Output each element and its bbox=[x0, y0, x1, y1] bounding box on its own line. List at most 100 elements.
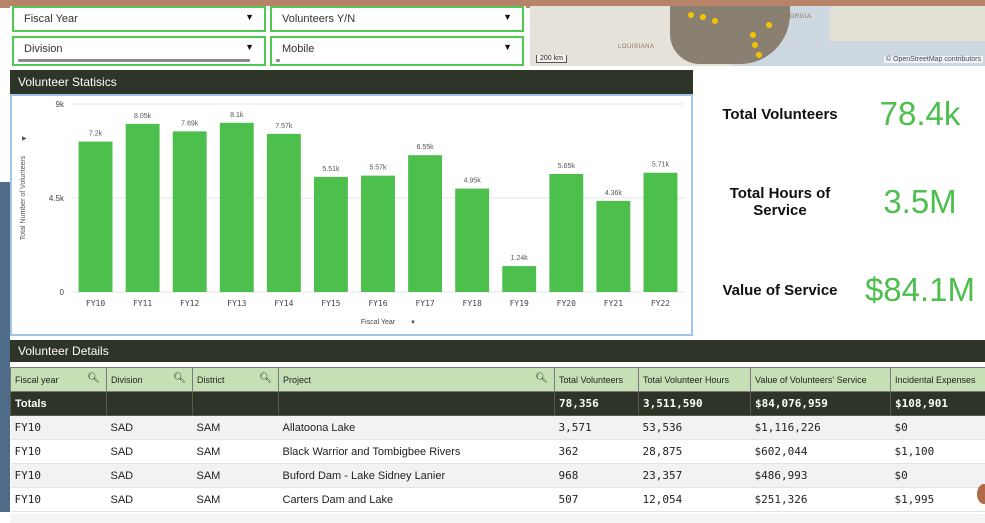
caret-down-icon: ▼ bbox=[410, 320, 416, 326]
bar[interactable] bbox=[502, 266, 537, 292]
bar[interactable] bbox=[361, 175, 395, 292]
bar[interactable] bbox=[172, 131, 207, 292]
table-cell: $1,995 bbox=[890, 487, 985, 512]
kpi-total-volunteers: Total Volunteers 78.4k bbox=[700, 85, 985, 145]
fiscal-year-filter[interactable]: Fiscal Year ▼ bbox=[12, 6, 266, 32]
details-title: Volunteer Details bbox=[18, 344, 109, 358]
bar-data-label: 5.51k bbox=[322, 166, 340, 173]
project-marker[interactable] bbox=[752, 42, 758, 48]
table-cell: 507 bbox=[554, 487, 639, 512]
totals-cell bbox=[106, 391, 193, 416]
mobile-filter[interactable]: Mobile ▼ bbox=[270, 36, 524, 66]
totals-cell: $108,901 bbox=[890, 391, 985, 416]
bar-data-label: 5.71k bbox=[652, 162, 670, 169]
bar-data-label: 7.2k bbox=[89, 131, 103, 138]
table-cell: 362 bbox=[554, 439, 639, 464]
bar-data-label: 6.55k bbox=[417, 144, 435, 151]
project-marker[interactable] bbox=[756, 52, 762, 58]
table-more-rows-fade bbox=[10, 514, 985, 523]
project-marker[interactable] bbox=[712, 18, 718, 24]
x-tick-label: FY12 bbox=[180, 299, 199, 308]
caret-down-icon: ▼ bbox=[245, 12, 254, 22]
bar-data-label: 1.24k bbox=[511, 255, 529, 262]
kpi-value: 78.4k bbox=[879, 95, 961, 132]
col-header-fiscal-year[interactable]: Fiscal year 🔍︎ bbox=[10, 367, 107, 392]
table-cell: $1,100 bbox=[890, 439, 985, 464]
search-icon[interactable]: 🔍︎ bbox=[535, 373, 548, 384]
x-tick-label: FY17 bbox=[415, 299, 434, 308]
col-header-division[interactable]: Division 🔍︎ bbox=[106, 367, 193, 392]
bar[interactable] bbox=[408, 155, 443, 292]
table-cell: SAM bbox=[192, 487, 279, 512]
col-header-total-hours[interactable]: Total Volunteer Hours bbox=[638, 367, 751, 392]
bar-chart-svg: 0 4.5k 9k Total Number of Volunteers ▶ 7.2k FY… bbox=[20, 100, 684, 326]
bar[interactable] bbox=[643, 172, 678, 292]
volunteers-yn-filter[interactable]: Volunteers Y/N ▼ bbox=[270, 6, 524, 32]
kpi-value-of-service: Value of Service $84.1M bbox=[700, 262, 985, 322]
bar[interactable] bbox=[219, 122, 254, 292]
kpi-label: Value of Service bbox=[722, 282, 838, 299]
table-cell: $0 bbox=[890, 463, 985, 488]
table-cell: Buford Dam - Lake Sidney Lanier bbox=[278, 463, 555, 488]
bar[interactable] bbox=[313, 176, 348, 292]
table-cell: SAD bbox=[106, 415, 193, 440]
stats-title: Volunteer Statisics bbox=[18, 75, 117, 89]
totals-cell: Totals bbox=[10, 391, 107, 416]
volunteer-chart[interactable]: 0 4.5k 9k Total Number of Volunteers ▶ 7.2k FY… bbox=[10, 94, 693, 336]
caret-down-icon: ▼ bbox=[245, 42, 254, 52]
bar-data-label: 7.69k bbox=[181, 120, 199, 127]
table-cell: FY10 bbox=[10, 415, 107, 440]
x-axis-label: Fiscal Year bbox=[361, 319, 396, 326]
table-cell: 28,875 bbox=[638, 439, 751, 464]
table-row[interactable]: FY10 SAD SAM Buford Dam - Lake Sidney La… bbox=[10, 463, 985, 488]
kpi-label: Total Volunteers bbox=[722, 106, 838, 123]
table-row[interactable]: FY10 SAD SAM Black Warrior and Tombigbee… bbox=[10, 439, 985, 464]
x-tick-label: FY22 bbox=[651, 299, 670, 308]
bar[interactable] bbox=[78, 141, 113, 292]
selection-progress-bar bbox=[276, 59, 280, 62]
map-region-label: GEORGIA bbox=[780, 14, 812, 20]
bar[interactable] bbox=[266, 133, 301, 292]
project-marker[interactable] bbox=[766, 22, 772, 28]
totals-cell: 3,511,590 bbox=[638, 391, 751, 416]
col-header-incidental-expenses[interactable]: Incidental Expenses bbox=[890, 367, 985, 392]
col-header-label: Project bbox=[283, 374, 312, 385]
col-header-total-volunteers[interactable]: Total Volunteers bbox=[554, 367, 639, 392]
volunteer-details-table: Fiscal year 🔍︎ Division 🔍︎ District 🔍︎ Proj… bbox=[10, 367, 985, 512]
table-cell: Allatoona Lake bbox=[278, 415, 555, 440]
col-header-project[interactable]: Project 🔍︎ bbox=[278, 367, 555, 392]
y-axis-label: Total Number of Volunteers bbox=[20, 155, 27, 240]
filter-label: Fiscal Year bbox=[24, 13, 78, 25]
bar-data-label: 8.1k bbox=[230, 112, 244, 119]
x-tick-label: FY18 bbox=[463, 299, 482, 308]
bar[interactable] bbox=[596, 200, 631, 292]
bar[interactable] bbox=[455, 188, 490, 292]
bar[interactable] bbox=[549, 173, 584, 292]
table-cell: SAM bbox=[192, 415, 279, 440]
table-cell: FY10 bbox=[10, 439, 107, 464]
table-cell: $602,044 bbox=[750, 439, 891, 464]
table-row[interactable]: FY10 SAD SAM Carters Dam and Lake 507 12… bbox=[10, 487, 985, 512]
x-tick-label: FY14 bbox=[274, 299, 293, 308]
project-marker[interactable] bbox=[688, 12, 694, 18]
table-row[interactable]: FY10 SAD SAM Allatoona Lake 3,571 53,536… bbox=[10, 415, 985, 440]
col-header-value-of-service[interactable]: Value of Volunteers' Service bbox=[750, 367, 891, 392]
bar-data-label: 7.57k bbox=[275, 123, 293, 130]
search-icon[interactable]: 🔍︎ bbox=[87, 373, 100, 384]
project-map[interactable]: LOUISIANA GEORGIA 200 km © OpenStreetMap… bbox=[530, 6, 985, 66]
table-cell: Carters Dam and Lake bbox=[278, 487, 555, 512]
caret-down-icon: ▼ bbox=[503, 12, 512, 22]
map-attribution[interactable]: © OpenStreetMap contributors bbox=[883, 56, 983, 63]
project-marker[interactable] bbox=[700, 14, 706, 20]
stats-header: Volunteer Statisics bbox=[10, 70, 693, 94]
bar[interactable] bbox=[125, 123, 160, 292]
division-filter[interactable]: Division ▼ bbox=[12, 36, 266, 66]
project-marker[interactable] bbox=[750, 32, 756, 38]
col-header-label: Total Volunteers bbox=[559, 374, 624, 385]
col-header-district[interactable]: District 🔍︎ bbox=[192, 367, 279, 392]
search-icon[interactable]: 🔍︎ bbox=[173, 373, 186, 384]
search-icon[interactable]: 🔍︎ bbox=[259, 373, 272, 384]
x-tick-label: FY13 bbox=[227, 299, 246, 308]
table-cell: SAD bbox=[106, 463, 193, 488]
table-cell: Black Warrior and Tombigbee Rivers bbox=[278, 439, 555, 464]
